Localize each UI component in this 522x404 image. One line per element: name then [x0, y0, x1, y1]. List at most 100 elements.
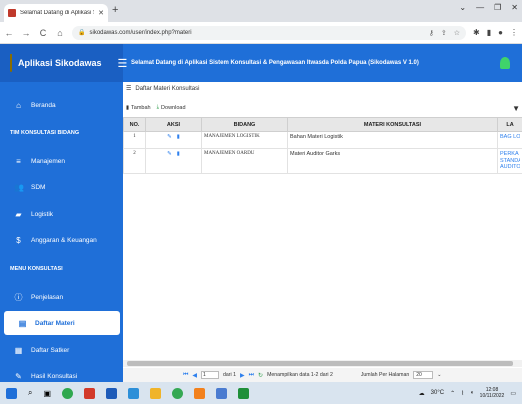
volume-icon[interactable]: ◖: [470, 390, 474, 396]
col-bidang[interactable]: BIDANG: [201, 117, 288, 132]
edit-icon[interactable]: ✎: [167, 134, 172, 140]
attachment-link[interactable]: PERKA 211_: [500, 151, 520, 158]
last-page-icon[interactable]: ⏭: [249, 372, 254, 379]
browser-tab-bar: Selamat Datang di Aplikasi Siko... ✕ + ⌄…: [0, 0, 522, 22]
truck-icon: ▰: [15, 209, 22, 219]
system-tray: ☁ 30°C ⌃ ⌇ ◖ 12:08 10/11/2022 ▭: [419, 387, 516, 399]
sidebar-item-anggaran[interactable]: $ Anggaran & Keuangan: [0, 228, 123, 252]
page-input[interactable]: 1: [201, 371, 220, 379]
app-blue-icon[interactable]: [128, 387, 140, 399]
toolbar: ▮ Tambah ⤓ Download: [126, 104, 186, 111]
section-header-menu: MENU KONSULTASI: [10, 266, 63, 272]
share-icon[interactable]: ⇪: [441, 29, 447, 37]
cell-aksi: ✎ ▮: [145, 148, 202, 174]
lock-icon: 🔒: [78, 30, 86, 36]
filter-icon[interactable]: ▼: [512, 104, 520, 113]
reload-icon[interactable]: C: [38, 28, 48, 38]
download-button-label: Download: [161, 104, 186, 111]
network-icon[interactable]: ⌇: [461, 390, 464, 397]
user-avatar-icon[interactable]: [500, 57, 510, 69]
app-green-icon[interactable]: [238, 387, 250, 399]
per-page-select[interactable]: 20: [413, 371, 434, 379]
horizontal-scrollbar[interactable]: [123, 360, 522, 367]
new-tab-button[interactable]: +: [112, 4, 118, 16]
notification-icon[interactable]: ▭: [510, 390, 516, 397]
sidebar-item-label: Beranda: [31, 101, 56, 109]
attachment-link[interactable]: BAG LOG.DO: [500, 134, 520, 141]
weather-temp[interactable]: 30°C: [431, 390, 444, 396]
sidebar-item-sdm[interactable]: 👥 SDM: [0, 175, 123, 199]
download-icon: ⤓: [156, 104, 160, 110]
cell-no: 2: [123, 148, 146, 174]
star-icon[interactable]: ☆: [454, 29, 460, 37]
word-icon[interactable]: [106, 387, 118, 399]
col-no[interactable]: NO.: [123, 117, 146, 132]
sidebar-item-label: Logistik: [31, 210, 54, 218]
sidebar-item-label: Anggaran & Keuangan: [31, 236, 97, 244]
close-window-button[interactable]: ✕: [511, 3, 518, 12]
forward-icon[interactable]: →: [21, 28, 31, 38]
people-icon: 👥: [14, 182, 24, 192]
sidebar-item-logistik[interactable]: ▰ Logistik: [0, 202, 123, 226]
table-row[interactable]: 1 ✎ ▮ MANAJEMEN LOGISTIK Bahan Materi Lo…: [123, 131, 522, 149]
search-icon[interactable]: ⌕: [28, 388, 32, 398]
add-button-label: Tambah: [131, 104, 151, 111]
building-icon: ▦: [14, 345, 23, 355]
sidebar-item-daftar-materi[interactable]: ▤ Daftar Materi: [4, 311, 120, 335]
folder-icon[interactable]: [150, 387, 162, 399]
sidepanel-icon[interactable]: ▮: [487, 28, 491, 37]
maximize-button[interactable]: ❐: [494, 3, 501, 12]
trash-icon[interactable]: ▮: [177, 134, 180, 140]
col-lampiran[interactable]: LA: [497, 117, 522, 132]
scrollbar-thumb[interactable]: [127, 361, 513, 366]
window-controls: ⌄ — ❐ ✕: [459, 3, 518, 12]
section-header-tim: TIM KONSULTASI BIDANG: [10, 130, 80, 136]
sidebar-item-label: Hasil Konsultasi: [31, 372, 78, 380]
app-orange-icon[interactable]: [194, 387, 206, 399]
key-icon[interactable]: ⚷: [429, 29, 434, 37]
tray-chevron-icon[interactable]: ⌃: [450, 390, 455, 397]
app-photos-icon[interactable]: [216, 387, 228, 399]
url-field[interactable]: 🔒 sikodawas.com/user/index.php?materi ⚷ …: [72, 25, 467, 40]
first-page-icon[interactable]: ⏮: [183, 372, 188, 379]
pagination: ⏮ ◀ 1 dari 1 ▶ ⏭ ↻ Menampilkan data 1-2 …: [123, 368, 522, 382]
trash-icon[interactable]: ▮: [177, 151, 180, 157]
tab-close-icon[interactable]: ✕: [98, 9, 104, 17]
browser-tab[interactable]: Selamat Datang di Aplikasi Siko... ✕: [4, 4, 108, 22]
cell-lampiran: PERKA 211_ STANDAR KI AUDITOR.PD: [497, 148, 522, 174]
table-header-row: NO. AKSI BIDANG MATERI KONSULTASI LA: [123, 117, 522, 132]
add-button[interactable]: ▮ Tambah: [126, 105, 151, 111]
download-button[interactable]: ⤓ Download: [157, 104, 186, 111]
url-text: sikodawas.com/user/index.php?materi: [89, 29, 192, 36]
app-red-icon[interactable]: [84, 387, 96, 399]
prev-page-icon[interactable]: ◀: [192, 372, 197, 379]
tab-search-icon[interactable]: ⌄: [459, 3, 466, 12]
home-browser-icon[interactable]: ⌂: [55, 28, 65, 38]
windows-start-icon[interactable]: [6, 387, 17, 399]
back-icon[interactable]: ←: [4, 28, 14, 38]
cell-lampiran: BAG LOG.DO: [497, 131, 522, 149]
tab-title: Selamat Datang di Aplikasi Siko...: [20, 10, 94, 16]
menu-dots-icon[interactable]: ⋮: [510, 28, 518, 37]
refresh-icon[interactable]: ↻: [258, 372, 263, 379]
sidebar-item-daftar-satker[interactable]: ▦ Daftar Satker: [0, 338, 123, 362]
table-row[interactable]: 2 ✎ ▮ MANAJEMEN OARDU Materi Auditor Gar…: [123, 148, 522, 174]
sidebar-item-penjelasan[interactable]: ⓘ Penjelasan: [0, 285, 123, 309]
clock[interactable]: 12:08 10/11/2022: [480, 387, 505, 399]
attachment-link-line[interactable]: AUDITOR.PD: [500, 164, 520, 171]
next-page-icon[interactable]: ▶: [240, 372, 245, 379]
sidebar-item-manajemen[interactable]: ≡ Manajemen: [0, 149, 123, 173]
clock-date: 10/11/2022: [479, 393, 505, 399]
profile-icon[interactable]: ●: [498, 28, 503, 37]
edge-icon[interactable]: [62, 387, 74, 399]
edit-icon[interactable]: ✎: [167, 151, 172, 157]
info-icon: ⓘ: [14, 292, 23, 302]
minimize-button[interactable]: —: [476, 3, 484, 12]
col-materi[interactable]: MATERI KONSULTASI: [287, 117, 498, 132]
chevron-down-icon[interactable]: ⌄: [437, 372, 441, 378]
col-aksi[interactable]: AKSI: [145, 117, 202, 132]
extensions-icon[interactable]: ✱: [473, 28, 480, 37]
sidebar-item-beranda[interactable]: ⌂ Beranda: [0, 93, 123, 117]
chrome-icon[interactable]: [172, 387, 184, 399]
task-view-icon[interactable]: ▣: [43, 389, 51, 398]
